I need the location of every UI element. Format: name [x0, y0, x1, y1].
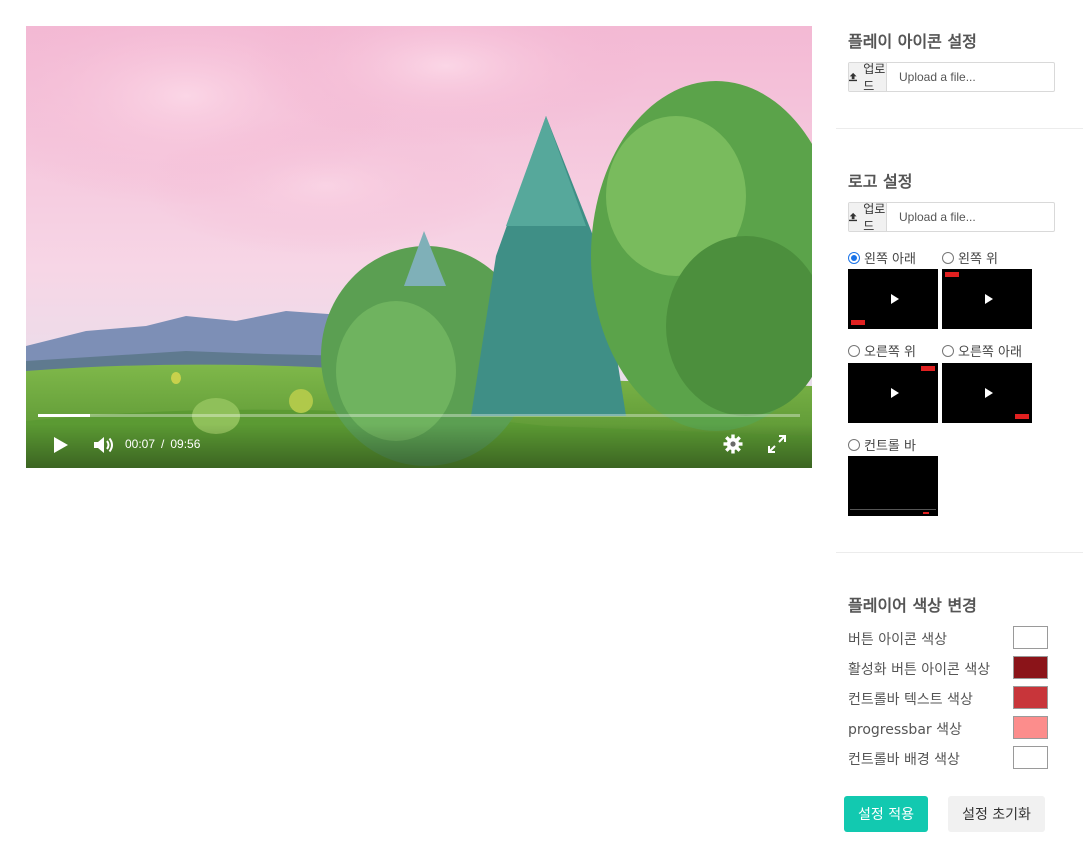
play-icon-section-title: 플레이 아이콘 설정: [848, 32, 977, 51]
gear-icon: [723, 434, 743, 454]
play-button[interactable]: [50, 434, 72, 456]
progress-played: [38, 414, 47, 417]
control-bar-line: [850, 509, 936, 510]
color-label: 컨트롤바 텍스트 색상: [848, 692, 973, 708]
radio-label: 오른쪽 아래: [958, 345, 1022, 360]
section-divider: [836, 552, 1083, 553]
video-player[interactable]: 00:07 / 09:56: [26, 26, 812, 468]
radio-button[interactable]: [942, 344, 954, 357]
color-row-progressbar: progressbar 색상: [848, 716, 1048, 740]
section-divider: [836, 128, 1083, 129]
color-swatch[interactable]: [1013, 656, 1048, 679]
fullscreen-icon: [768, 435, 786, 453]
logo-upload-button[interactable]: 업로드: [849, 202, 887, 233]
play-icon-upload: 업로드: [848, 62, 1055, 93]
logo-position-top-right[interactable]: 오른쪽 위: [848, 341, 916, 360]
logo-file-input[interactable]: [887, 203, 1054, 231]
logo-preview-bottom-right[interactable]: [942, 363, 1032, 423]
logo-marker: [851, 320, 865, 325]
color-label: 활성화 버튼 아이콘 색상: [848, 662, 991, 678]
radio-label: 오른쪽 위: [864, 345, 916, 360]
volume-icon: [94, 437, 113, 453]
logo-position-bottom-left[interactable]: 왼쪽 아래: [848, 248, 916, 267]
logo-marker: [945, 272, 959, 277]
volume-button[interactable]: [92, 433, 116, 457]
color-label: progressbar 색상: [848, 722, 962, 738]
logo-marker: [1015, 414, 1029, 419]
time-display: 00:07 / 09:56: [125, 437, 200, 451]
progress-bar[interactable]: [38, 414, 800, 417]
play-icon-upload-button[interactable]: 업로드: [849, 62, 887, 93]
reset-settings-button[interactable]: 설정 초기화: [948, 796, 1045, 832]
logo-marker: [921, 366, 935, 371]
time-separator: /: [161, 437, 165, 451]
upload-button-label: 업로드: [863, 62, 886, 93]
color-swatch[interactable]: [1013, 626, 1048, 649]
play-icon: [54, 437, 68, 453]
play-icon: [891, 294, 899, 304]
logo-marker: [923, 512, 929, 514]
logo-section-title: 로고 설정: [848, 172, 913, 191]
radio-button[interactable]: [848, 438, 860, 451]
play-icon: [985, 388, 993, 398]
apply-settings-button[interactable]: 설정 적용: [844, 796, 928, 832]
logo-preview-top-left[interactable]: [942, 269, 1032, 329]
logo-preview-bottom-left[interactable]: [848, 269, 938, 329]
color-row-button-icon: 버튼 아이콘 색상: [848, 626, 1048, 650]
video-frame: [26, 26, 812, 468]
color-row-controlbar-text: 컨트롤바 텍스트 색상: [848, 686, 1048, 710]
color-label: 컨트롤바 배경 색상: [848, 752, 960, 768]
color-swatch[interactable]: [1013, 746, 1048, 769]
upload-icon: [849, 72, 858, 82]
radio-button[interactable]: [848, 251, 860, 264]
color-row-controlbar-background: 컨트롤바 배경 색상: [848, 746, 1048, 770]
upload-icon: [849, 212, 858, 222]
settings-button[interactable]: [722, 433, 744, 455]
radio-button[interactable]: [848, 344, 860, 357]
play-icon: [891, 388, 899, 398]
duration: 09:56: [170, 437, 201, 451]
radio-label: 왼쪽 위: [958, 252, 999, 267]
radio-label: 컨트롤 바: [864, 439, 916, 454]
color-row-active-button-icon: 활성화 버튼 아이콘 색상: [848, 656, 1048, 680]
logo-position-bottom-right[interactable]: 오른쪽 아래: [942, 341, 1022, 360]
logo-upload: 업로드: [848, 202, 1055, 233]
control-bar: 00:07 / 09:56: [26, 424, 812, 468]
color-swatch[interactable]: [1013, 686, 1048, 709]
play-icon-file-input[interactable]: [887, 63, 1054, 91]
color-swatch[interactable]: [1013, 716, 1048, 739]
logo-position-top-left[interactable]: 왼쪽 위: [942, 248, 998, 267]
radio-label: 왼쪽 아래: [864, 252, 916, 267]
upload-button-label: 업로드: [863, 202, 886, 233]
radio-button[interactable]: [942, 251, 954, 264]
fullscreen-button[interactable]: [767, 434, 787, 454]
color-label: 버튼 아이콘 색상: [848, 632, 948, 648]
logo-preview-top-right[interactable]: [848, 363, 938, 423]
current-time: 00:07: [125, 437, 156, 451]
color-section-title: 플레이어 색상 변경: [848, 596, 977, 615]
play-icon: [985, 294, 993, 304]
logo-preview-control-bar[interactable]: [848, 456, 938, 516]
logo-position-control-bar[interactable]: 컨트롤 바: [848, 435, 916, 454]
settings-panel: 플레이 아이콘 설정 업로드 로고 설정 업로드 왼쪽 아래 왼쪽 위 오른쪽 …: [836, 0, 1083, 863]
